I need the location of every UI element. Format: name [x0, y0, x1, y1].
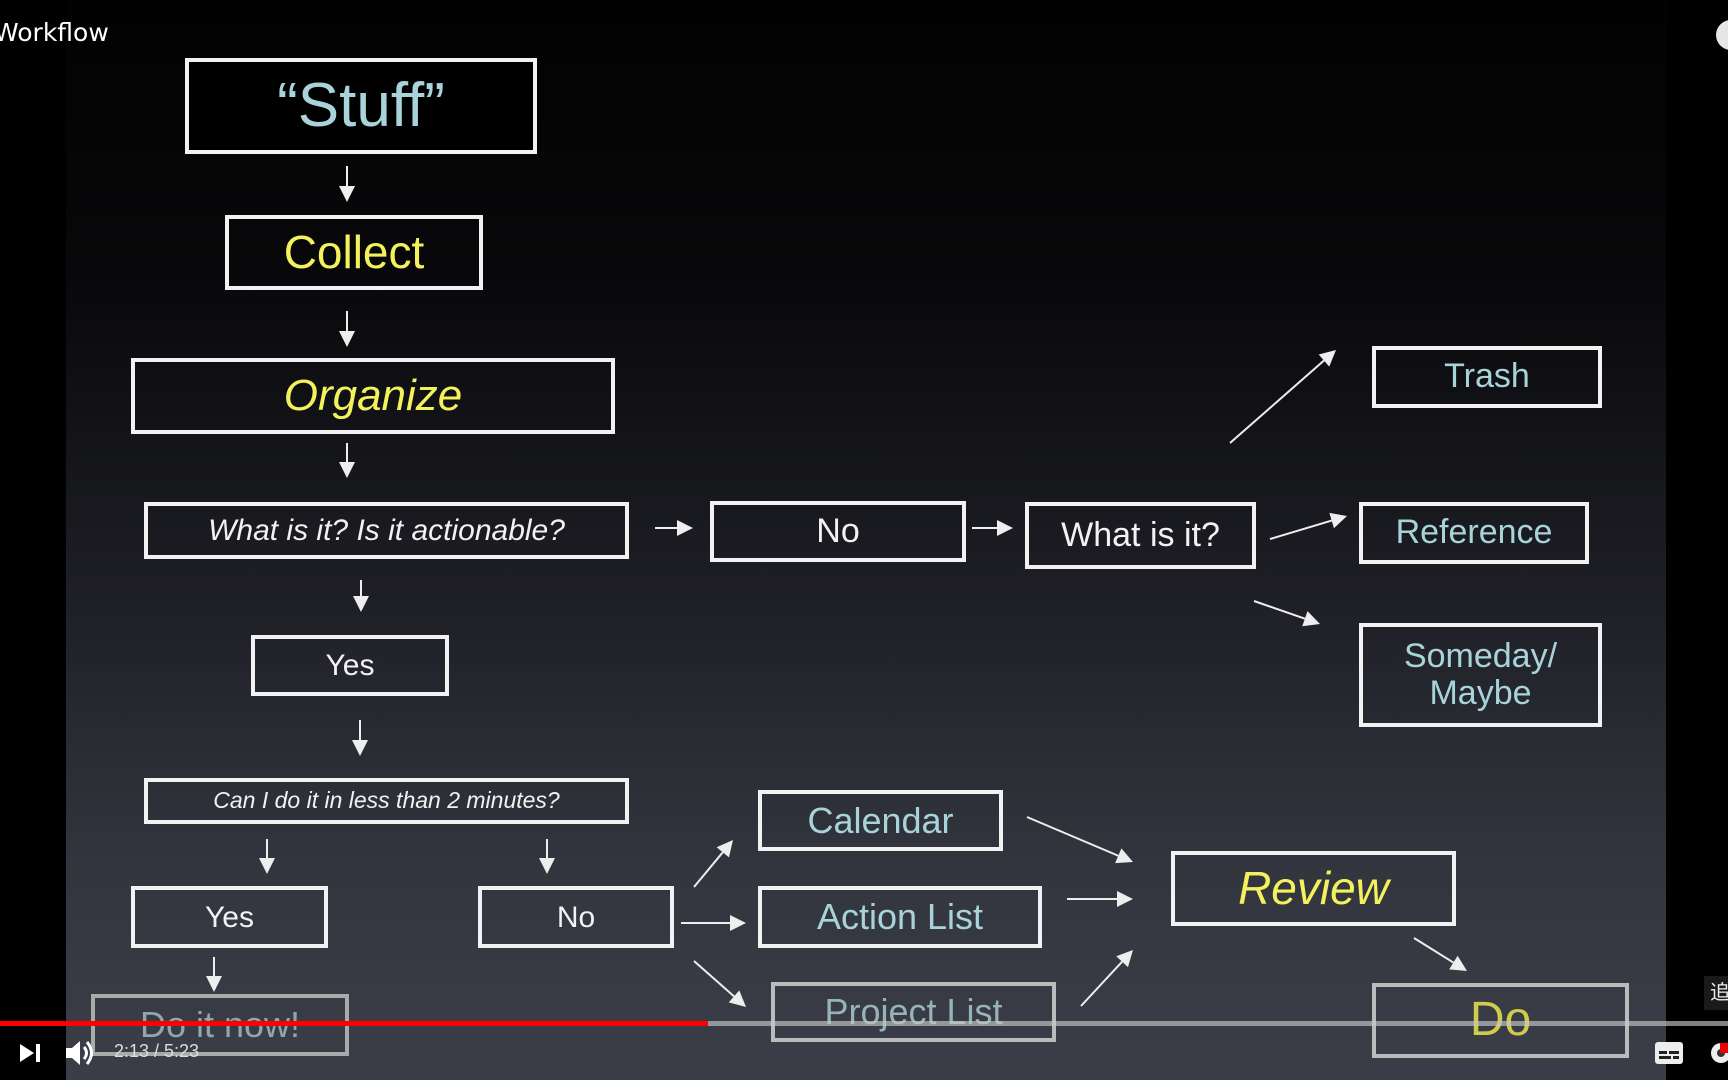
arrow	[681, 915, 746, 931]
arrow	[339, 166, 355, 202]
arrow	[352, 720, 368, 756]
arrow	[1080, 950, 1133, 1007]
settings-icon[interactable]	[1708, 1040, 1728, 1066]
arrow	[693, 840, 733, 888]
arrow	[1269, 512, 1347, 540]
progress-bar[interactable]	[0, 1021, 1728, 1026]
flow-arrows	[206, 166, 1467, 1007]
time-display: 2:13 / 5:23	[114, 1041, 200, 1061]
arrow	[259, 839, 275, 874]
arrow	[693, 960, 746, 1007]
captions-icon[interactable]	[1655, 1042, 1683, 1064]
progress-played	[0, 1021, 709, 1026]
next-icon[interactable]	[18, 1042, 42, 1064]
arrow	[339, 311, 355, 347]
arrow	[539, 839, 555, 874]
arrow	[1253, 600, 1320, 627]
arrow	[1026, 816, 1133, 864]
arrow	[339, 443, 355, 478]
arrow	[353, 580, 369, 612]
arrow	[655, 520, 693, 536]
arrow	[1067, 891, 1133, 907]
video-player[interactable]: Workflow “Stuff” Collect Organize What i…	[0, 0, 1728, 1080]
arrow	[1413, 937, 1467, 971]
arrow	[972, 520, 1013, 536]
tooltip: 追	[1704, 976, 1728, 1010]
arrow	[206, 957, 222, 992]
volume-icon[interactable]	[64, 1038, 96, 1068]
arrow	[1229, 350, 1336, 444]
